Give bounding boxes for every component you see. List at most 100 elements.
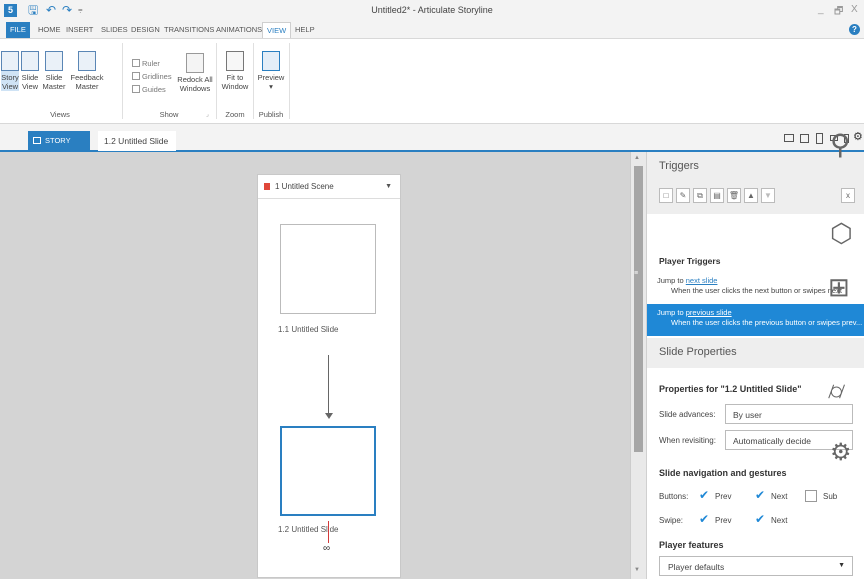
swipe-next-checkbox[interactable]: ✔ xyxy=(755,513,767,526)
scrollbar-thumb[interactable] xyxy=(634,166,643,452)
preview-icon xyxy=(262,51,280,71)
views-group-label: Views xyxy=(50,110,70,119)
story-view-icon xyxy=(1,51,19,71)
copy-trigger-icon[interactable]: ⧉ xyxy=(693,188,707,203)
magnifier-icon: ⚲ xyxy=(830,129,851,160)
group-divider xyxy=(289,43,290,119)
when-revisiting-label: When revisiting: xyxy=(659,436,716,445)
tab-animations[interactable]: ANIMATIONS xyxy=(212,22,266,38)
tab-help[interactable]: HELP xyxy=(291,22,319,38)
slide-advances-dropdown[interactable]: By user xyxy=(725,404,853,424)
player-features-dropdown[interactable]: Player defaults ▼ xyxy=(659,556,853,576)
tab-slide[interactable]: 1.2 Untitled Slide xyxy=(98,131,176,151)
guides-checkbox[interactable]: Guides xyxy=(132,85,166,94)
slide-caption: 1.1 Untitled Slide xyxy=(278,325,339,334)
hexagon-icon: ⬡ xyxy=(830,218,853,248)
grip-icon: ≡ xyxy=(634,270,639,277)
tablet-portrait-icon[interactable] xyxy=(816,133,823,144)
redock-all-windows-button[interactable]: Redock All Windows xyxy=(174,53,216,93)
tab-transitions[interactable]: TRANSITIONS xyxy=(160,22,218,38)
scroll-up-icon[interactable]: ▲ xyxy=(634,155,640,161)
player-features-title: Player features xyxy=(659,540,724,550)
group-divider xyxy=(216,43,217,119)
submit-button-checkbox[interactable] xyxy=(805,490,817,502)
slide-thumbnail[interactable] xyxy=(280,224,376,314)
move-down-icon[interactable]: ▼ xyxy=(761,188,775,203)
group-divider xyxy=(122,43,123,119)
new-trigger-icon[interactable]: □ xyxy=(659,188,673,203)
previous-slide-link[interactable]: previous slide xyxy=(686,308,732,317)
story-view-button[interactable]: Story View xyxy=(1,51,19,91)
tab-file[interactable]: FILE xyxy=(6,22,30,38)
swipe-label: Swipe: xyxy=(659,516,684,525)
restore-button[interactable]: 🗗 xyxy=(834,4,843,21)
slide-advances-label: Slide advances: xyxy=(659,410,716,419)
zoom-group-label: Zoom xyxy=(225,110,245,119)
delete-trigger-icon[interactable]: 🗑 xyxy=(727,188,741,203)
feedback-master-button[interactable]: Feedback Master xyxy=(69,51,105,91)
submit-button-label: Sub xyxy=(823,492,838,501)
chevron-down-icon[interactable]: ▼ xyxy=(385,183,392,190)
slide-view-button[interactable]: Slide View xyxy=(21,51,39,91)
fit-window-icon xyxy=(226,51,244,71)
redock-windows-icon xyxy=(186,53,204,73)
title-bar: 5 🖫 ↶ ↷ ⩦ Untitled2* - Articulate Storyl… xyxy=(0,0,864,22)
cylinder-icon: ⌭ xyxy=(828,378,846,405)
trigger-jump-previous[interactable]: Jump to previous slide When the user cli… xyxy=(647,304,864,336)
link-icon: ∞ xyxy=(323,543,331,554)
navigation-gestures-title: Slide navigation and gestures xyxy=(659,468,787,478)
ruler-checkbox[interactable]: Ruler xyxy=(132,59,160,68)
help-icon[interactable]: ? xyxy=(849,24,860,35)
vertical-scrollbar[interactable]: ▲ ≡ ▼ xyxy=(630,152,646,579)
slide-properties-header: Slide Properties xyxy=(647,338,864,368)
slide-connector-line xyxy=(328,355,329,417)
slide-thumbnail-selected[interactable] xyxy=(280,426,376,516)
tab-story-view[interactable]: STORY VIEW xyxy=(28,131,90,165)
player-triggers-title: Player Triggers xyxy=(659,256,721,266)
scene-title: 1 Untitled Scene xyxy=(275,182,334,191)
starting-scene-flag-icon xyxy=(264,183,270,190)
gridlines-checkbox[interactable]: Gridlines xyxy=(132,72,172,81)
move-up-icon[interactable]: ▲ xyxy=(744,188,758,203)
triggers-toolbar: □ ✎ ⧉ ▤ 🗑 ▲ ▼ x xyxy=(659,186,864,206)
swipe-prev-label: Prev xyxy=(715,516,732,525)
triggers-title: Triggers xyxy=(659,160,699,172)
prev-button-label: Prev xyxy=(715,492,732,501)
edit-trigger-icon[interactable]: ✎ xyxy=(676,188,690,203)
dialog-launcher-icon[interactable]: ⌟ xyxy=(206,111,209,118)
story-canvas: 1 Untitled Scene ▼ 1.1 Untitled Slide 1.… xyxy=(0,152,630,579)
window-title: Untitled2* - Articulate Storyline xyxy=(371,5,493,15)
tab-view[interactable]: VIEW xyxy=(262,22,292,38)
next-button-checkbox[interactable]: ✔ xyxy=(755,489,767,502)
settings-gear-icon[interactable]: ⚙ xyxy=(853,130,863,143)
scroll-down-icon[interactable]: ▼ xyxy=(634,567,640,573)
minimize-button[interactable]: _ xyxy=(818,4,824,15)
tab-insert[interactable]: INSERT xyxy=(62,22,97,38)
feedback-master-icon xyxy=(78,51,96,71)
paste-trigger-icon[interactable]: ▤ xyxy=(710,188,724,203)
right-panel: Triggers □ ✎ ⧉ ▤ 🗑 ▲ ▼ x Player Triggers… xyxy=(646,152,864,579)
desktop-layout-icon[interactable] xyxy=(784,134,794,142)
arrow-down-icon xyxy=(325,413,333,419)
slide-view-icon xyxy=(21,51,39,71)
swipe-prev-checkbox[interactable]: ✔ xyxy=(699,513,711,526)
slide-master-button[interactable]: Slide Master xyxy=(41,51,67,91)
slide-master-icon xyxy=(45,51,63,71)
view-tab-bar: STORY VIEW 1.2 Untitled Slide ⚙ xyxy=(0,124,864,165)
tab-home[interactable]: HOME xyxy=(34,22,65,38)
scene-header[interactable]: 1 Untitled Scene ▼ xyxy=(258,175,400,199)
next-slide-link[interactable]: next slide xyxy=(686,276,718,285)
scene-card[interactable]: 1 Untitled Scene ▼ 1.1 Untitled Slide 1.… xyxy=(257,174,401,578)
prev-button-checkbox[interactable]: ✔ xyxy=(699,489,711,502)
group-divider xyxy=(253,43,254,119)
preview-button[interactable]: Preview ▾ xyxy=(256,51,286,99)
properties-for-label: Properties for "1.2 Untitled Slide" xyxy=(659,384,802,394)
fit-to-window-button[interactable]: Fit to Window xyxy=(220,51,250,91)
variables-icon[interactable]: x xyxy=(841,188,855,203)
tablet-landscape-icon[interactable] xyxy=(800,134,809,143)
slide-caption: 1.2 Untitled Slide xyxy=(278,525,339,534)
buttons-label: Buttons: xyxy=(659,492,689,501)
trigger-connector-line xyxy=(328,521,329,543)
close-button[interactable]: X xyxy=(851,4,858,15)
tab-design[interactable]: DESIGN xyxy=(127,22,164,38)
